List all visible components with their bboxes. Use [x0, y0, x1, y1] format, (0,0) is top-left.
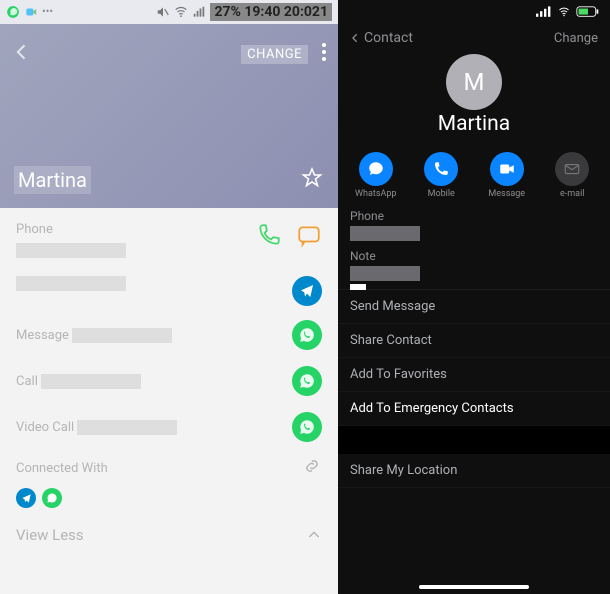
mute-icon: [156, 5, 170, 19]
note-redacted: [350, 266, 420, 281]
telegram-redacted: [16, 276, 126, 291]
connected-label: Connected With: [16, 461, 108, 476]
signal-icon: [192, 5, 206, 19]
videocall-label: Video Call: [16, 420, 74, 435]
call-button[interactable]: [256, 222, 282, 252]
action-label: WhatsApp: [348, 189, 404, 199]
whatsapp-statusbar-icon: [6, 5, 20, 19]
share-contact-label: Share Contact: [350, 333, 432, 348]
message-button[interactable]: [296, 222, 322, 252]
note-block: Note: [338, 243, 610, 283]
whatsapp-call-row[interactable]: Call: [0, 358, 338, 404]
cursor-marker: [350, 284, 366, 290]
cellular-icon: [536, 6, 552, 18]
phone-section: Phone: [0, 208, 338, 268]
send-message-item[interactable]: Send Message: [338, 289, 610, 324]
phone-label: Phone: [16, 222, 126, 237]
phone-number-redacted: [16, 243, 126, 258]
contact-avatar: M: [446, 54, 502, 110]
whatsapp-action[interactable]: WhatsApp: [348, 152, 404, 199]
whatsapp-icon: [298, 372, 316, 390]
share-contact-item[interactable]: Share Contact: [338, 324, 610, 358]
phone-label: Phone: [350, 209, 598, 223]
star-outline-icon: [300, 166, 324, 190]
video-icon: [498, 160, 516, 178]
favorite-button[interactable]: [300, 166, 324, 194]
add-emergency-item[interactable]: Add To Emergency Contacts: [338, 392, 610, 426]
whatsapp-videocall-row[interactable]: Video Call: [0, 404, 338, 450]
add-favorites-item[interactable]: Add To Favorites: [338, 358, 610, 392]
telegram-section: [0, 268, 338, 312]
telegram-button[interactable]: [292, 276, 322, 306]
chevron-left-icon: [350, 30, 360, 46]
add-favorites-label: Add To Favorites: [350, 367, 447, 382]
call-redacted: [41, 374, 141, 389]
whatsapp-icon: [46, 492, 58, 504]
whatsapp-icon: [298, 418, 316, 436]
phone-icon: [256, 222, 282, 248]
home-indicator[interactable]: [419, 585, 529, 589]
send-message-label: Send Message: [350, 299, 435, 314]
battery-icon: [576, 6, 600, 18]
dots-vertical-icon: [322, 43, 326, 61]
action-label: Mobile: [414, 189, 470, 199]
note-label: Note: [350, 249, 598, 263]
ios-statusbar: [338, 0, 610, 24]
share-location-label: Share My Location: [350, 463, 457, 478]
back-label: Contact: [364, 30, 413, 46]
phone-redacted: [350, 226, 420, 241]
phone-fill-icon: [432, 160, 450, 178]
view-less-button[interactable]: View Less: [0, 512, 338, 554]
phone-block: Phone: [338, 203, 610, 243]
call-label: Call: [16, 374, 38, 389]
whatsapp-call-button[interactable]: [292, 366, 322, 396]
mobile-action[interactable]: Mobile: [414, 152, 470, 199]
chevron-left-icon: [12, 42, 32, 62]
msg-redacted: [72, 328, 172, 343]
message-label: Message: [16, 328, 69, 343]
whatsapp-message-button[interactable]: [292, 320, 322, 350]
contact-name: Martina: [14, 166, 91, 194]
chevron-up-icon: [306, 527, 322, 543]
wifi-icon: [556, 6, 572, 18]
message-action[interactable]: Message: [479, 152, 535, 199]
whatsapp-icon: [298, 326, 316, 344]
ios-contact-panel: Contact Change M Martina WhatsApp Mobile…: [338, 0, 610, 594]
mail-icon: [563, 160, 581, 178]
vcall-redacted: [77, 420, 177, 435]
duo-statusbar-icon: [24, 5, 38, 19]
view-less-label: View Less: [16, 526, 84, 544]
share-location-item[interactable]: Share My Location: [338, 454, 610, 488]
action-label: e-mail: [545, 189, 601, 199]
wifi-icon: [174, 5, 188, 19]
battery-time-text: 27% 19:40 20:021: [210, 3, 332, 21]
add-emergency-label: Add To Emergency Contacts: [350, 401, 514, 416]
overflow-menu-button[interactable]: [322, 43, 326, 65]
contact-name: Martina: [338, 110, 610, 146]
message-icon: [296, 222, 322, 248]
change-button[interactable]: CHANGE: [241, 45, 308, 64]
whatsapp-message-row[interactable]: Message: [0, 312, 338, 358]
avatar-letter: M: [464, 68, 485, 96]
more-dots-icon: •••: [42, 5, 53, 19]
whatsapp-videocall-button[interactable]: [292, 412, 322, 442]
telegram-connected-icon[interactable]: [16, 488, 36, 508]
section-gap: [338, 426, 610, 454]
email-action[interactable]: e-mail: [545, 152, 601, 199]
chat-bubble-icon: [367, 160, 385, 178]
action-label: Message: [479, 189, 535, 199]
telegram-icon: [299, 283, 315, 299]
android-statusbar: ••• 27% 19:40 20:021: [0, 0, 338, 24]
back-button[interactable]: [12, 42, 32, 66]
android-contact-panel: ••• 27% 19:40 20:021 CHANGE Martina: [0, 0, 338, 594]
contact-header: CHANGE Martina: [0, 24, 338, 208]
back-button[interactable]: Contact: [350, 30, 413, 46]
change-button[interactable]: Change: [554, 31, 598, 46]
link-icon: [302, 456, 322, 480]
whatsapp-connected-icon[interactable]: [42, 488, 62, 508]
telegram-icon: [21, 493, 32, 504]
ios-header: Contact Change: [338, 24, 610, 50]
connected-with-section: Connected With: [0, 450, 338, 484]
